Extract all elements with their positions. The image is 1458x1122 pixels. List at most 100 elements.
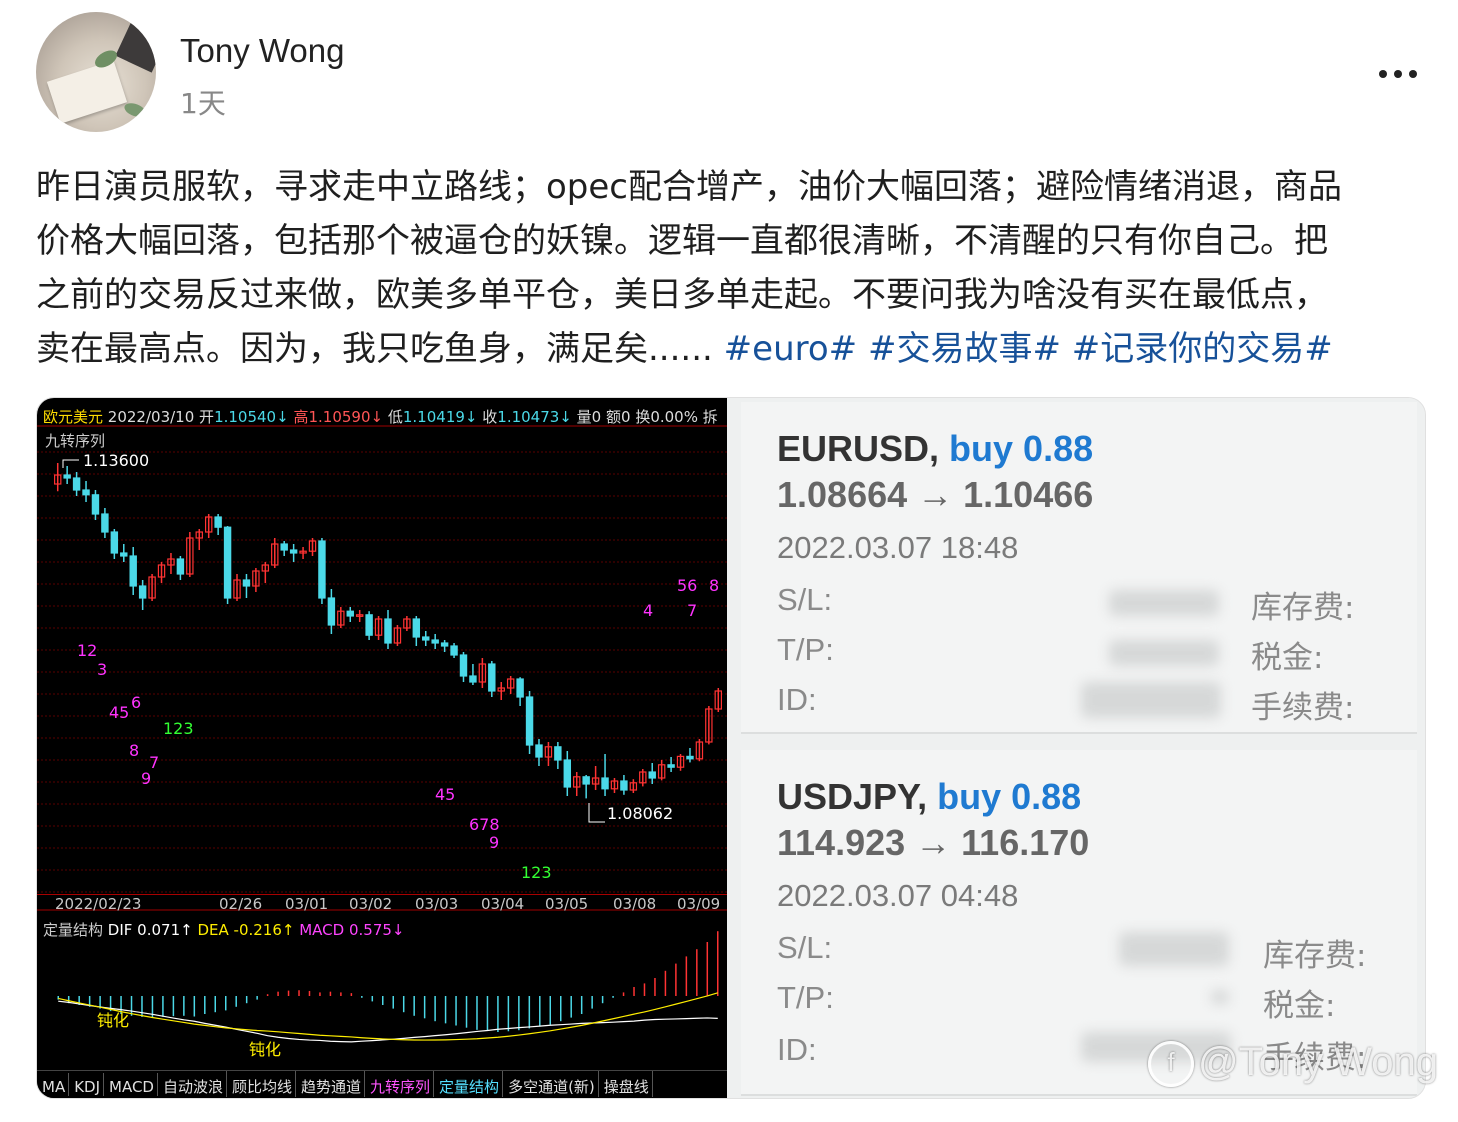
user-name[interactable]: Tony Wong — [180, 32, 344, 70]
amount-value: 额0 — [606, 408, 631, 426]
td-sequence-number: 4 — [643, 601, 653, 620]
macd-bar: 定量结构 DIF 0.071↑ DEA -0.216↑ MACD 0.575↓ — [43, 919, 404, 940]
hashtag-record-trade[interactable]: #记录你的交易# — [1072, 329, 1333, 369]
watermark: f @Tony Wong — [1148, 1040, 1438, 1088]
date-tick: 02/26 — [219, 895, 263, 913]
divergence-tag: 钝化 — [249, 1040, 281, 1059]
td-sequence-number: 12 — [77, 641, 97, 660]
candle-body — [223, 526, 232, 599]
indicator-label: 九转序列 — [45, 432, 106, 450]
trade-symbol: USDJPY, buy 0.88 — [777, 776, 1081, 818]
dif-value: DIF 0.071↑ — [107, 921, 193, 939]
date-tick: 03/02 — [349, 895, 393, 913]
low-marker-line — [588, 803, 605, 823]
avatar-leaf — [122, 100, 148, 120]
avatar[interactable] — [36, 12, 156, 132]
extra-value: 拆 — [702, 408, 718, 426]
blurred-value — [1119, 932, 1229, 966]
post-text-line: 昨日演员服软，寻求走中立路线；opec配合增产，油价大幅回落；避险情绪消退，商品 — [36, 167, 1342, 207]
candle-body — [422, 636, 430, 641]
candle-body — [601, 777, 609, 790]
divergence-tag: 钝化 — [97, 1011, 129, 1030]
candle-body — [110, 531, 119, 554]
post-text-tail: 卖在最高点。因为，我只吃鱼身，满足矣...... — [36, 329, 713, 369]
tab-macd[interactable]: MACD — [104, 1073, 158, 1096]
tab-auto-wave[interactable]: 自动波浪 — [158, 1071, 227, 1097]
hashtag-euro[interactable]: #euro# — [724, 329, 857, 369]
open-value: 1.10540↓ — [214, 408, 289, 426]
candle-body — [280, 543, 288, 551]
more-dots-icon[interactable] — [1368, 52, 1428, 88]
td-sequence-number: 7 — [687, 601, 697, 620]
candle-body — [525, 696, 534, 746]
tab-long-short-channel[interactable]: 多空通道(新) — [503, 1071, 599, 1097]
trade-screenshots: EURUSD, buy 0.88 1.08664 → 1.10466 2022.… — [735, 398, 1425, 1098]
open-label: 开 — [199, 408, 215, 426]
blurred-value — [1081, 682, 1221, 718]
candle-body — [535, 744, 543, 758]
td-sequence-number: 123 — [163, 719, 194, 738]
post-text-line: 价格大幅回落，包括那个被逼仓的妖镍。逻辑一直都很清晰，不清醒的只有你自己。把 — [36, 221, 1328, 261]
date-tick: 2022/02/23 — [55, 895, 142, 913]
post-text-line: 之前的交易反过来做，欧美多单平仓，美日多单走起。不要问我为啥没有买在最低点， — [36, 275, 1328, 315]
storage-label: 库存费: — [1251, 590, 1355, 626]
candle-body — [459, 654, 468, 677]
storage-label: 库存费: — [1263, 938, 1367, 974]
td-sequence-number: 678 — [469, 815, 500, 834]
candle-body — [129, 555, 137, 587]
chart-symbol-name: 欧元美元 — [43, 408, 104, 426]
tab-trading-line[interactable]: 操盘线 — [599, 1071, 653, 1097]
candle-body — [667, 764, 675, 768]
candle-body — [412, 618, 421, 638]
candle-body — [440, 642, 449, 647]
tp-label: T/P: — [777, 980, 834, 1015]
sl-label: S/L: — [777, 930, 833, 965]
symbol-name: EURUSD, — [777, 428, 940, 469]
quote-bar: 欧元美元 2022/03/10 开1.10540↓ 高1.10590↓ 低1.1… — [43, 406, 718, 427]
candle-body — [138, 585, 147, 599]
sl-label: S/L: — [777, 582, 833, 617]
candle-body — [101, 513, 109, 533]
trade-datetime: 2022.03.07 04:48 — [777, 878, 1019, 913]
turnover-value: 换0.00% — [635, 408, 698, 426]
hashtag-trading-story[interactable]: #交易故事# — [868, 329, 1061, 369]
post-text: 昨日演员服软，寻求走中立路线；opec配合增产，油价大幅回落；避险情绪消退，商品… — [36, 160, 1426, 376]
tab-td-sequential[interactable]: 九转序列 — [365, 1071, 435, 1097]
candle-body — [318, 540, 326, 599]
td-sequence-number: 6 — [131, 693, 141, 712]
trade-prices: 114.923 → 116.170 — [777, 822, 1090, 863]
post-header: Tony Wong 1天 — [0, 0, 1458, 140]
tab-ma[interactable]: MA — [37, 1073, 70, 1096]
date-tick: 03/08 — [613, 895, 657, 913]
candle-body — [554, 746, 562, 761]
tab-quant-structure[interactable]: 定量结构 — [434, 1071, 504, 1097]
high-marker-label: 1.13600 — [83, 451, 149, 470]
candle-body — [82, 489, 90, 496]
dea-value: DEA -0.216↑ — [197, 921, 295, 939]
candle-body — [431, 639, 439, 644]
tab-trend-channel[interactable]: 趋势通道 — [296, 1071, 366, 1097]
low-value: 1.10419↓ — [402, 408, 478, 426]
candle-body — [91, 494, 100, 515]
trade-card-eurusd: EURUSD, buy 0.88 1.08664 → 1.10466 2022.… — [741, 402, 1417, 734]
date-tick: 03/01 — [285, 895, 329, 913]
candle-body — [469, 675, 477, 683]
date-tick: 03/09 — [677, 895, 721, 913]
candle-body — [582, 776, 590, 785]
dif-line — [58, 1000, 718, 1043]
close-value: 1.10473↓ — [497, 408, 572, 426]
tab-kdj[interactable]: KDJ — [69, 1073, 105, 1096]
commission-label: 手续费: — [1251, 690, 1355, 726]
date-tick: 03/04 — [481, 895, 525, 913]
high-marker-line — [62, 459, 79, 468]
chart-canvas: 1.136001.0806212345687912345678912345678… — [37, 425, 727, 1059]
candle-body — [450, 645, 458, 656]
td-sequence-number: 9 — [489, 833, 499, 852]
tab-gmma[interactable]: 顾比均线 — [227, 1071, 297, 1097]
trade-symbol: EURUSD, buy 0.88 — [777, 428, 1093, 470]
candle-body — [72, 477, 81, 491]
date-tick: 03/03 — [415, 895, 459, 913]
post-image[interactable]: 1.13600 1.08062 12 3 45 6 8 7 9 123 45 678 9 123 4 56 7 8… — [36, 397, 1426, 1099]
td-sequence-number: 8 — [709, 576, 719, 595]
tp-label: T/P: — [777, 632, 834, 667]
